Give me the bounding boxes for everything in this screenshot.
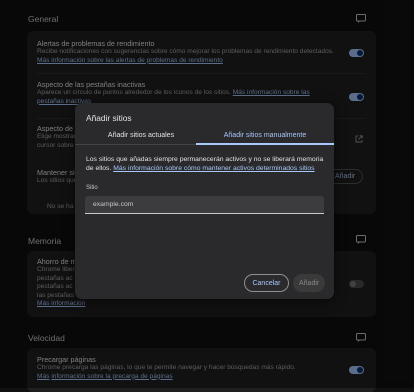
active-tab-indicator <box>196 143 334 145</box>
dialog-body: Los sitios que añadas siempre permanecer… <box>86 155 324 173</box>
dialog-body-link[interactable]: Más información sobre cómo mantener acti… <box>113 165 314 172</box>
cancel-button[interactable]: Cancelar <box>244 274 289 292</box>
site-field-label: Sitio <box>86 185 98 191</box>
add-button[interactable]: Añadir <box>293 274 325 292</box>
site-input[interactable] <box>85 196 324 214</box>
dialog-title: Añadir sitios <box>86 113 132 123</box>
tab-add-current-sites[interactable]: Añadir sitios actuales <box>86 131 196 145</box>
add-sites-dialog: Añadir sitios Añadir sitios actuales Aña… <box>75 103 334 299</box>
